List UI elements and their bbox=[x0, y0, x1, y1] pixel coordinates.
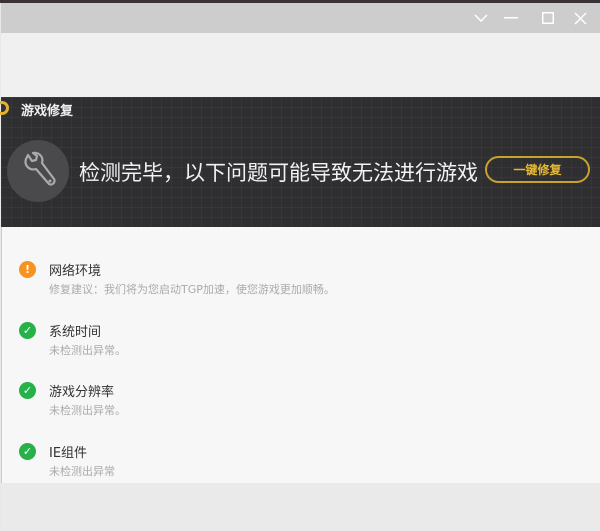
banner-title: 游戏修复 bbox=[21, 104, 74, 119]
title-bar bbox=[1, 3, 600, 33]
item-desc: 未检测出异常。 bbox=[49, 344, 126, 357]
logo-icon bbox=[0, 101, 9, 115]
headline: 检测完毕，以下问题可能导致无法进行游戏 bbox=[79, 161, 478, 185]
item-name: 网络环境 bbox=[49, 264, 102, 279]
check-list: ! 网络环境 修复建议：我们将为您启动TGP加速，使您游戏更加顺畅。 ✓ 系统时… bbox=[1, 227, 600, 483]
minimize-button[interactable] bbox=[496, 3, 526, 33]
close-button[interactable] bbox=[565, 3, 595, 33]
item-name: IE组件 bbox=[49, 446, 88, 461]
item-desc: 修复建议：我们将为您启动TGP加速，使您游戏更加顺畅。 bbox=[49, 283, 335, 296]
warning-icon: ! bbox=[19, 261, 36, 278]
chevron-down-icon bbox=[474, 14, 488, 22]
one-click-fix-button[interactable]: 一键修复 bbox=[485, 156, 590, 183]
maximize-button[interactable] bbox=[533, 3, 563, 33]
dropdown-button[interactable] bbox=[466, 3, 496, 33]
check-icon: ✓ bbox=[19, 382, 36, 399]
item-name: 系统时间 bbox=[49, 325, 102, 340]
item-desc: 未检测出异常 bbox=[49, 465, 115, 478]
check-icon: ✓ bbox=[19, 322, 36, 339]
item-name: 游戏分辨率 bbox=[49, 385, 115, 400]
repair-banner: 游戏修复 检测完毕，以下问题可能导致无法进行游戏 一键修复 bbox=[0, 97, 600, 227]
maximize-icon bbox=[542, 12, 554, 24]
check-icon: ✓ bbox=[19, 443, 36, 460]
wrench-icon bbox=[7, 140, 69, 202]
footer-area bbox=[1, 483, 600, 531]
item-desc: 未检测出异常。 bbox=[49, 404, 126, 417]
close-icon bbox=[573, 11, 587, 25]
minimize-icon bbox=[504, 17, 518, 19]
blank-area bbox=[1, 33, 600, 97]
